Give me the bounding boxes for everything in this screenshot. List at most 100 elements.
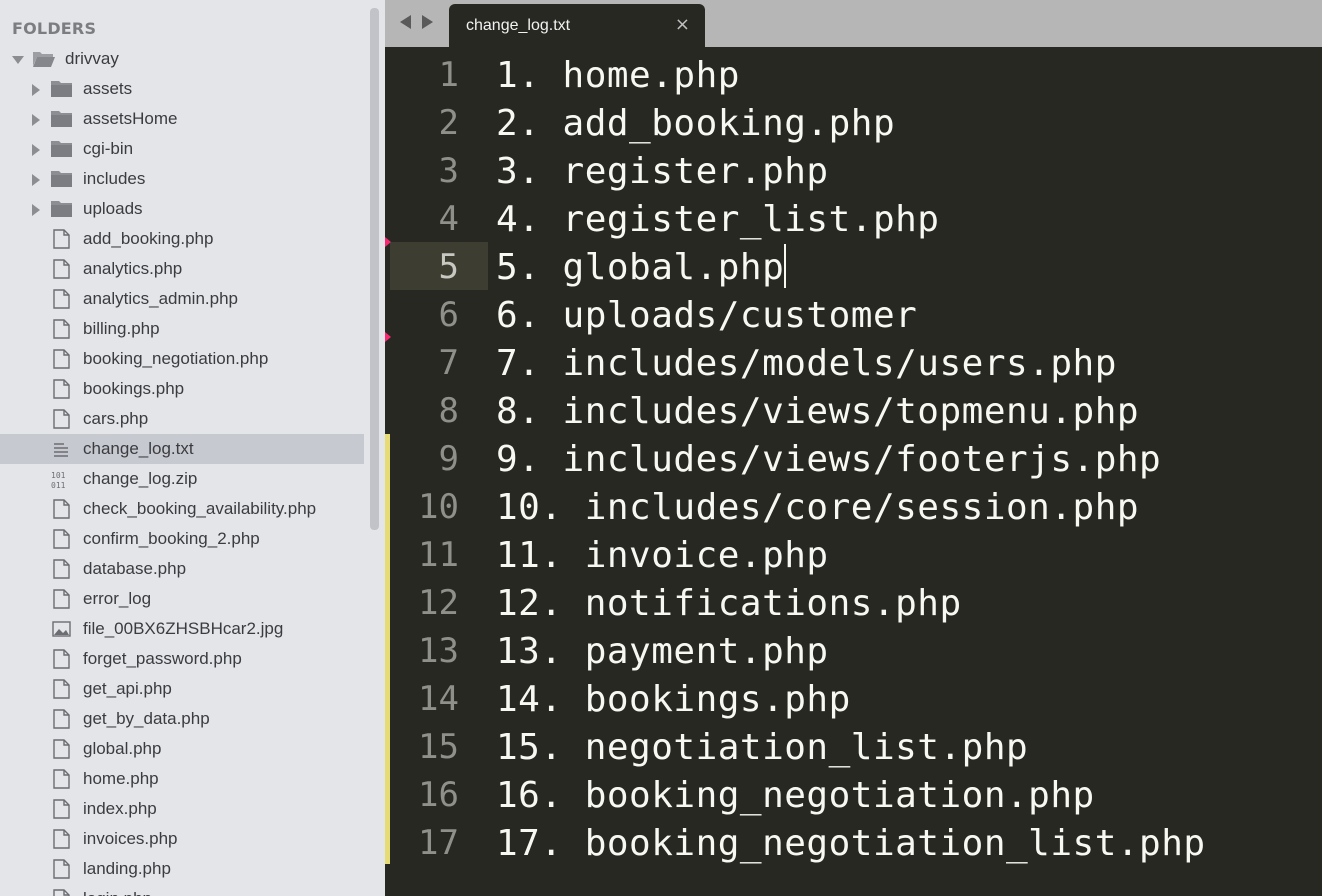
line-number: 13 [418, 631, 459, 671]
tree-file[interactable]: invoices.php [0, 824, 364, 854]
editor-line[interactable]: 6 6. uploads/customer [385, 290, 1322, 338]
sidebar-scrollbar[interactable] [364, 0, 385, 896]
file-icon [51, 889, 73, 896]
editor-line[interactable]: 1 1. home.php [385, 50, 1322, 98]
tree-file[interactable]: cars.php [0, 404, 364, 434]
tree-item-label: error_log [83, 589, 152, 608]
tree-file[interactable]: database.php [0, 554, 364, 584]
tree-item-label: get_by_data.php [83, 709, 210, 728]
tree-file[interactable]: get_api.php [0, 674, 364, 704]
folder-icon [50, 169, 72, 189]
file-icon [51, 229, 73, 249]
line-number: 4 [438, 199, 459, 239]
tab-change-log[interactable]: change_log.txt × [449, 4, 705, 47]
tree-item-label: change_log.txt [83, 439, 194, 458]
sidebar-scroll-thumb[interactable] [370, 8, 379, 530]
tree-item-label: cars.php [83, 409, 149, 428]
line-number: 11 [418, 535, 459, 575]
editor-line[interactable]: 4 4. register_list.php [385, 194, 1322, 242]
image-file-icon [51, 619, 73, 639]
tree-file[interactable]: home.php [0, 764, 364, 794]
line-number: 10 [418, 487, 459, 527]
folder-icon [50, 139, 72, 159]
editor-line[interactable]: 16 16. booking_negotiation.php [385, 770, 1322, 818]
tree-file[interactable]: check_booking_availability.php [0, 494, 364, 524]
tree-file[interactable]: billing.php [0, 314, 364, 344]
tree-file[interactable]: 101 011 change_log.zip [0, 464, 364, 494]
folder-icon [50, 109, 72, 129]
line-text: 13. payment.php [496, 631, 829, 672]
file-icon [51, 709, 73, 729]
nav-back-icon[interactable] [400, 15, 411, 29]
disclosure-closed-icon[interactable] [32, 114, 40, 126]
tree-folder[interactable]: cgi-bin [0, 134, 364, 164]
tab-close-icon[interactable]: × [675, 14, 690, 35]
tree-file[interactable]: forget_password.php [0, 644, 364, 674]
tree-root-folder[interactable]: drivvay [0, 44, 364, 74]
editor-line[interactable]: 2 2. add_booking.php [385, 98, 1322, 146]
tree-file[interactable]: file_00BX6ZHSBHcar2.jpg [0, 614, 364, 644]
disclosure-open-icon[interactable] [12, 56, 24, 64]
tab-bar: change_log.txt × [385, 0, 1322, 47]
editor-line[interactable]: 14 14. bookings.php [385, 674, 1322, 722]
tree-item-label: invoices.php [83, 829, 178, 848]
line-text: 4. register_list.php [496, 199, 940, 240]
line-number: 9 [438, 439, 459, 479]
tree-file[interactable]: booking_negotiation.php [0, 344, 364, 374]
disclosure-closed-icon[interactable] [32, 204, 40, 216]
editor-line[interactable]: 5 5. global.php [385, 242, 1322, 290]
editor-line[interactable]: 17 17. booking_negotiation_list.php [385, 818, 1322, 866]
disclosure-closed-icon[interactable] [32, 174, 40, 186]
tree-item-label: index.php [83, 799, 157, 818]
tree-file[interactable]: analytics.php [0, 254, 364, 284]
line-text: 17. booking_negotiation_list.php [496, 823, 1206, 864]
line-number: 17 [418, 823, 459, 863]
editor-line[interactable]: 9 9. includes/views/footerjs.php [385, 434, 1322, 482]
editor-line[interactable]: 12 12. notifications.php [385, 578, 1322, 626]
disclosure-closed-icon[interactable] [32, 84, 40, 96]
tree-folder[interactable]: assets [0, 74, 364, 104]
editor-line[interactable]: 15 15. negotiation_list.php [385, 722, 1322, 770]
line-text: 7. includes/models/users.php [496, 343, 1117, 384]
tree-folder[interactable]: uploads [0, 194, 364, 224]
file-icon [51, 379, 73, 399]
tree-file[interactable]: landing.php [0, 854, 364, 884]
tree-folder[interactable]: assetsHome [0, 104, 364, 134]
tree-file[interactable]: confirm_booking_2.php [0, 524, 364, 554]
line-number: 14 [418, 679, 459, 719]
tree-file[interactable]: change_log.txt [0, 434, 364, 464]
editor-line[interactable]: 7 7. includes/models/users.php [385, 338, 1322, 386]
editor-line[interactable]: 13 13. payment.php [385, 626, 1322, 674]
tree-file[interactable]: get_by_data.php [0, 704, 364, 734]
tree-file[interactable]: error_log [0, 584, 364, 614]
tree-file[interactable]: login.php [0, 884, 364, 896]
tree-item-label: global.php [83, 739, 162, 758]
binary-file-icon: 101 011 [51, 469, 73, 490]
tree-item-label: bookings.php [83, 379, 185, 398]
line-text: 5. global.php [496, 247, 785, 288]
disclosure-closed-icon[interactable] [32, 144, 40, 156]
tree-file[interactable]: global.php [0, 734, 364, 764]
tree-item-label: uploads [83, 199, 143, 218]
editor[interactable]: 1 1. home.php 2 2. add_booking.php 3 3. regis… [385, 47, 1322, 896]
text-file-icon [51, 439, 73, 459]
editor-line[interactable]: 10 10. includes/core/session.php [385, 482, 1322, 530]
nav-forward-icon[interactable] [422, 15, 433, 29]
editor-line[interactable]: 3 3. register.php [385, 146, 1322, 194]
sidebar-header: FOLDERS [12, 19, 97, 38]
tree-item-label: landing.php [83, 859, 171, 878]
tree-item-label: analytics.php [83, 259, 183, 278]
tree-item-label: database.php [83, 559, 187, 578]
svg-text:101: 101 [51, 471, 66, 480]
line-text: 9. includes/views/footerjs.php [496, 439, 1162, 480]
tree-file[interactable]: index.php [0, 794, 364, 824]
tree-file[interactable]: analytics_admin.php [0, 284, 364, 314]
file-icon [51, 769, 73, 789]
editor-line[interactable]: 11 11. invoice.php [385, 530, 1322, 578]
editor-line[interactable]: 8 8. includes/views/topmenu.php [385, 386, 1322, 434]
tree-file[interactable]: add_booking.php [0, 224, 364, 254]
tree-folder[interactable]: includes [0, 164, 364, 194]
tree-item-label: booking_negotiation.php [83, 349, 269, 368]
tree-file[interactable]: bookings.php [0, 374, 364, 404]
line-text: 15. negotiation_list.php [496, 727, 1029, 768]
